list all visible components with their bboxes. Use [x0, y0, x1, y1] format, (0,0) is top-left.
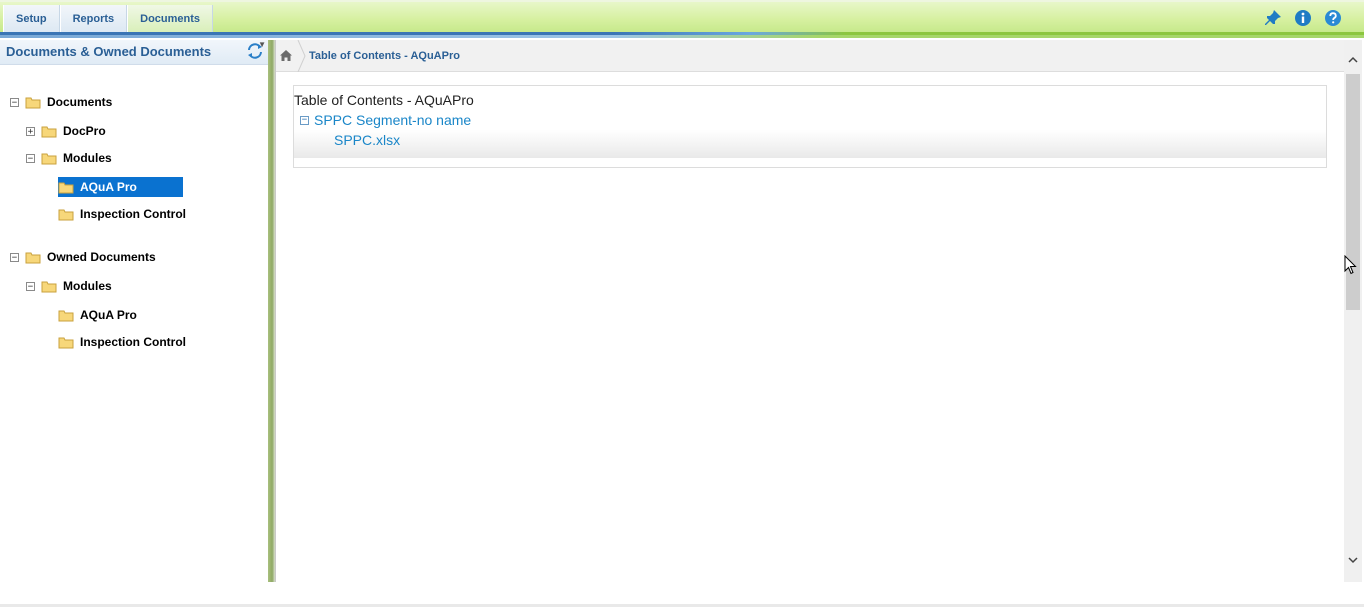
tree-node-label: DocPro [63, 124, 106, 138]
folder-icon [58, 310, 74, 321]
scroll-up-icon[interactable] [1348, 55, 1358, 65]
tree-panel-title: Documents & Owned Documents [6, 44, 212, 59]
pin-icon[interactable] [1264, 9, 1282, 27]
tree-node-inspection-control[interactable]: Inspection Control [58, 205, 188, 223]
home-icon[interactable] [279, 49, 293, 62]
folder-icon [58, 209, 74, 220]
scroll-down-icon[interactable] [1348, 555, 1358, 565]
mouse-cursor-icon [1344, 255, 1357, 275]
tree-panel-header: Documents & Owned Documents ▼ [0, 40, 268, 65]
help-icon[interactable] [1324, 9, 1342, 27]
tree-node-label: AQuA Pro [80, 308, 137, 322]
tree-node-modules[interactable]: − Modules [26, 149, 114, 167]
topbar-stripe-highlight [0, 35, 1364, 38]
vertical-scrollbar[interactable] [1344, 40, 1362, 582]
expand-toggle-icon[interactable]: + [26, 126, 35, 136]
toc-file-link[interactable]: SPPC.xlsx [334, 132, 400, 148]
toolbar-icons [1264, 9, 1342, 27]
tree-node-label: Documents [47, 95, 113, 109]
tab-setup[interactable]: Setup [3, 5, 60, 33]
folder-icon [41, 281, 57, 292]
tree-node-owned-modules[interactable]: − Modules [26, 277, 114, 295]
table-of-contents: Table of Contents - AQuAPro − SPPC Segme… [293, 85, 1327, 168]
folder-icon [58, 337, 74, 348]
folder-icon [58, 182, 74, 193]
tree-node-owned-documents[interactable]: − Owned Documents [10, 248, 158, 266]
folder-icon [25, 97, 41, 108]
breadcrumb-separator-icon [297, 40, 306, 72]
document-tree-panel: Documents & Owned Documents ▼ − Document… [0, 40, 268, 582]
folder-icon [41, 126, 57, 137]
content-panel: Table of Contents - AQuAPro Table of Con… [275, 40, 1344, 582]
folder-icon [25, 252, 41, 263]
folder-icon [41, 153, 57, 164]
tree-node-label: Inspection Control [80, 335, 186, 349]
breadcrumb: Table of Contents - AQuAPro [276, 40, 1344, 72]
tree-node-label: Modules [63, 279, 112, 293]
collapse-toggle-icon[interactable]: − [300, 115, 309, 125]
collapse-toggle-icon[interactable]: − [26, 153, 35, 163]
collapse-toggle-icon[interactable]: − [26, 281, 35, 291]
toc-title: Table of Contents - AQuAPro [294, 92, 474, 108]
refresh-icon[interactable] [246, 42, 264, 60]
toc-segment-link[interactable]: SPPC Segment-no name [314, 112, 471, 128]
toc-file-row: SPPC.xlsx [294, 130, 1326, 158]
collapse-toggle-icon[interactable]: − [10, 252, 19, 262]
tree-node-label: AQuA Pro [78, 179, 139, 195]
collapse-toggle-icon[interactable]: − [10, 97, 19, 107]
tree-node-documents[interactable]: − Documents [10, 93, 114, 111]
tab-reports[interactable]: Reports [59, 5, 128, 33]
breadcrumb-current[interactable]: Table of Contents - AQuAPro [309, 50, 460, 62]
tree-node-owned-inspection-control[interactable]: Inspection Control [58, 333, 188, 351]
tree-node-docpro[interactable]: + DocPro [26, 122, 108, 140]
tree-node-label: Inspection Control [80, 207, 186, 221]
tab-documents[interactable]: Documents [127, 5, 214, 33]
main-tabs: Setup Reports Documents [3, 5, 214, 33]
top-menu-bar: Setup Reports Documents [0, 0, 1364, 34]
tree-node-label: Modules [63, 151, 112, 165]
tree-node-label: Owned Documents [47, 250, 156, 264]
info-icon[interactable] [1294, 9, 1312, 27]
toc-segment-row: − SPPC Segment-no name [300, 112, 471, 128]
panel-splitter[interactable] [268, 40, 275, 582]
tree-node-aquapro-selected[interactable]: AQuA Pro [58, 177, 183, 197]
tree-node-owned-aquapro[interactable]: AQuA Pro [58, 306, 139, 324]
